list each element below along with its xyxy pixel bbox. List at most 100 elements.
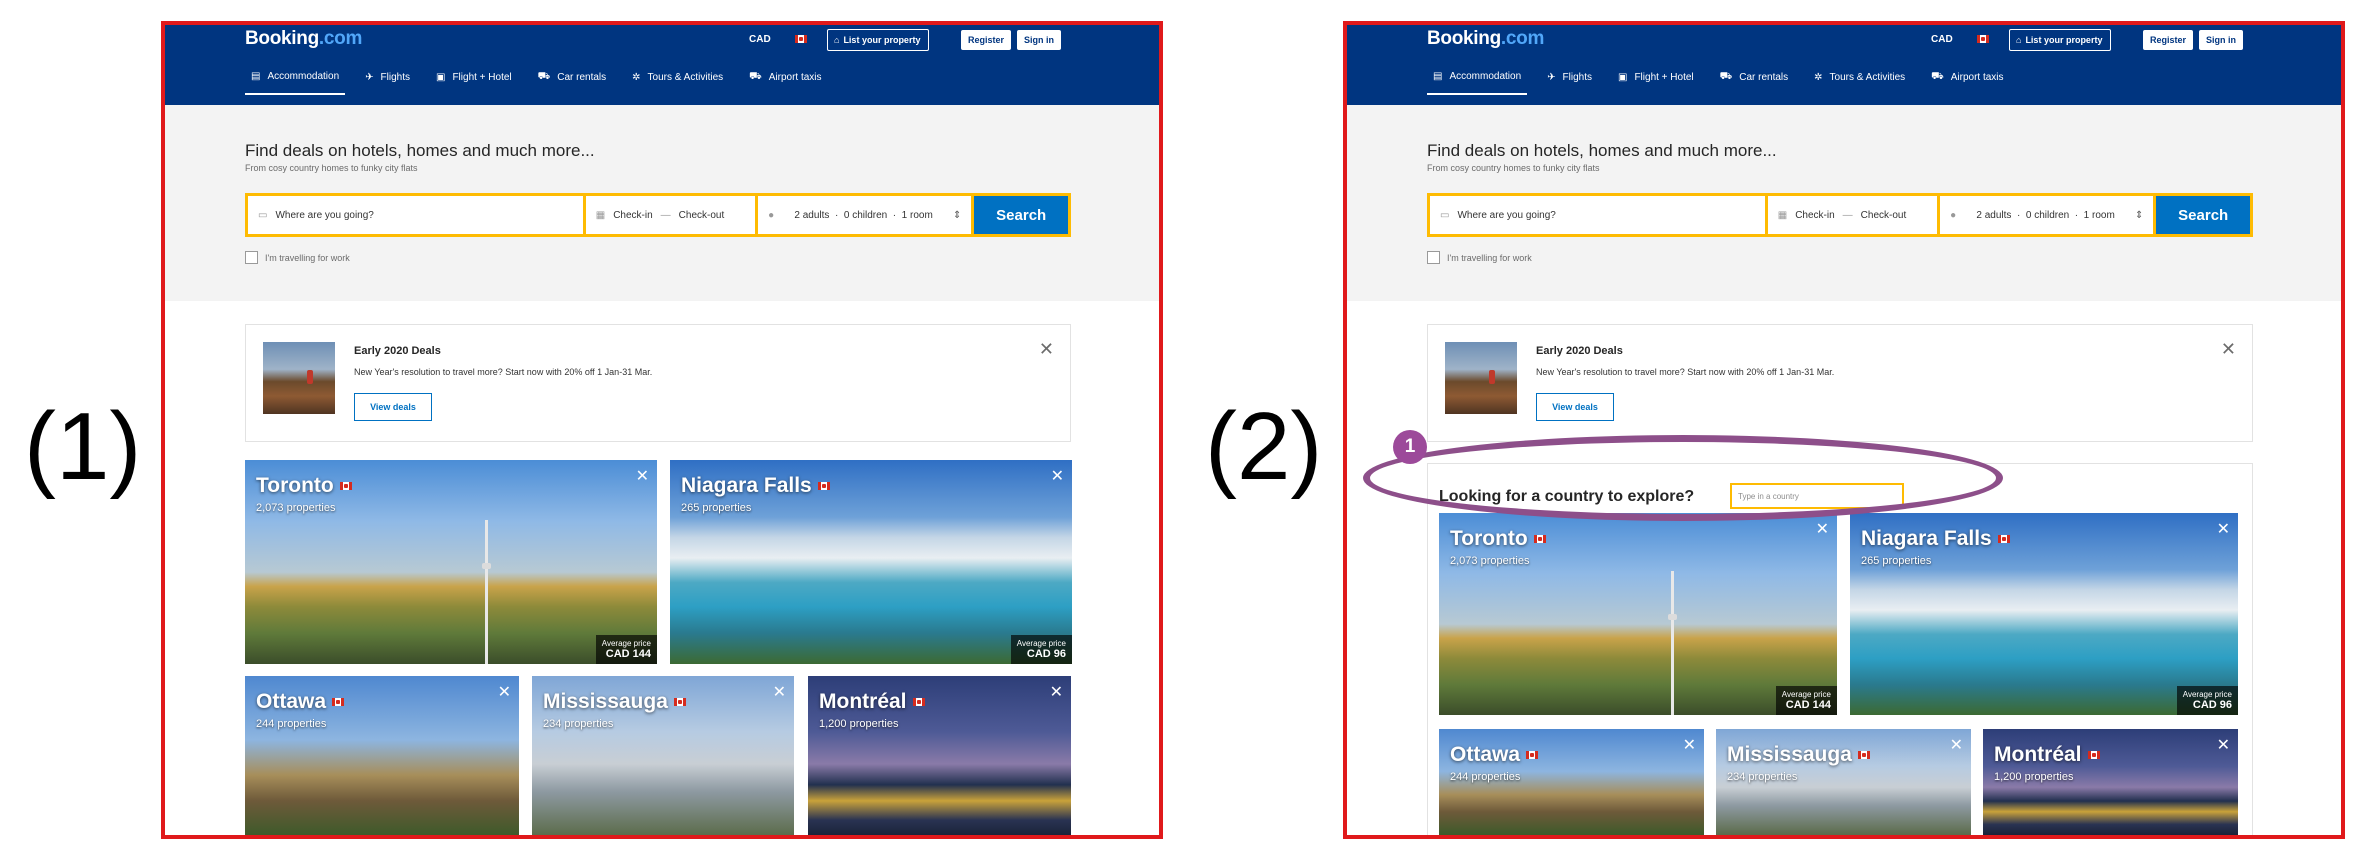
calendar-icon: ▦ (595, 209, 606, 221)
search-bar: ▭ Where are you going? ▦ Check-in — Check-ou… (245, 193, 1071, 237)
nav-accommodation[interactable]: ▤ Accommodation (1427, 59, 1528, 95)
suitcase-icon: ▣ (436, 71, 446, 83)
car-icon: ⛟ (537, 70, 551, 82)
taxi-icon: ⛟ (1931, 70, 1944, 82)
close-icon[interactable]: ✕ (773, 682, 786, 702)
canada-flag-icon (817, 482, 830, 490)
currency-selector[interactable]: CAD (1931, 34, 1953, 45)
hero-subtitle: From cosy country homes to funky city fl… (245, 163, 418, 173)
date-picker[interactable]: ▦ Check-in — Check-out (1767, 196, 1938, 234)
work-travel-checkbox[interactable]: I'm travelling for work (1427, 251, 1532, 264)
list-property-button[interactable]: ⌂ List your property (2009, 29, 2112, 51)
city-tile-montreal[interactable]: Montréal 1,200 properties ✕ (808, 676, 1071, 835)
screenshot-panel-2: Booking.com CAD ⌂ List your property Reg… (1343, 21, 2345, 839)
nav-car-rentals[interactable]: ⛟ Car rentals (532, 59, 613, 95)
search-button[interactable]: Search (2156, 196, 2251, 234)
comparison-figure: (1) (2) Booking.com CAD ⌂ List your prop… (0, 0, 2362, 857)
canada-flag-icon (673, 698, 686, 706)
plane-icon: ✈ (1547, 71, 1556, 83)
destination-input[interactable]: ▭ Where are you going? (248, 196, 583, 234)
calendar-icon: ▦ (1777, 209, 1788, 221)
hero-title: Find deals on hotels, homes and much mor… (1427, 141, 1777, 160)
taxi-icon: ⛟ (749, 70, 762, 82)
canada-flag-icon[interactable] (1977, 35, 1989, 43)
nav-airport-taxis[interactable]: ⛟ Airport taxis (1925, 59, 2009, 95)
car-icon: ⛟ (1719, 70, 1733, 82)
sign-in-button[interactable]: Sign in (1017, 30, 1061, 50)
city-tile-niagara-falls[interactable]: Niagara Falls 265 properties ✕ Average p… (1850, 513, 2238, 715)
search-button[interactable]: Search (974, 196, 1069, 234)
guests-selector[interactable]: ● 2 adults · 0 children · 1 room ⇕ (758, 196, 972, 234)
view-deals-button[interactable]: View deals (1536, 393, 1614, 421)
close-icon[interactable]: ✕ (1683, 735, 1696, 755)
date-picker[interactable]: ▦ Check-in — Check-out (585, 196, 756, 234)
canada-flag-icon (2087, 751, 2100, 759)
deal-banner: Early 2020 Deals New Year's resolution t… (1427, 324, 2253, 442)
nav-tours[interactable]: ✲ Tours & Activities (1808, 59, 1911, 95)
person-icon: ● (1950, 209, 1957, 221)
close-icon[interactable]: ✕ (1050, 682, 1063, 702)
close-icon[interactable]: ✕ (636, 466, 649, 486)
average-price: Average price CAD 144 (1775, 686, 1837, 715)
close-icon[interactable]: ✕ (2217, 519, 2230, 539)
deal-title: Early 2020 Deals (354, 345, 441, 357)
list-property-button[interactable]: ⌂ List your property (827, 29, 930, 51)
city-tile-ottawa[interactable]: Ottawa 244 properties ✕ (1439, 729, 1704, 835)
city-tile-montreal[interactable]: Montréal 1,200 properties ✕ (1983, 729, 2238, 835)
city-tile-toronto[interactable]: Toronto 2,073 properties ✕ Average price… (1439, 513, 1837, 715)
activity-icon: ✲ (632, 71, 641, 83)
view-deals-button[interactable]: View deals (354, 393, 432, 421)
average-price: Average price CAD 96 (1010, 635, 1072, 664)
close-icon[interactable]: ✕ (1051, 466, 1064, 486)
bed-icon: ▭ (258, 209, 268, 221)
canada-flag-icon[interactable] (795, 35, 807, 43)
booking-logo[interactable]: Booking.com (1427, 28, 1544, 50)
deal-text: New Year's resolution to travel more? St… (1536, 367, 1835, 377)
booking-logo[interactable]: Booking.com (245, 28, 362, 50)
deal-text: New Year's resolution to travel more? St… (354, 367, 653, 377)
register-button[interactable]: Register (2143, 30, 2194, 50)
annotation-badge: 1 (1393, 430, 1427, 464)
deal-thumbnail (1445, 342, 1517, 414)
guests-selector[interactable]: ● 2 adults · 0 children · 1 room ⇕ (1940, 196, 2154, 234)
close-icon[interactable]: ✕ (1816, 519, 1829, 539)
city-tile-mississauga[interactable]: Mississauga 234 properties ✕ (1716, 729, 1971, 835)
canada-flag-icon (1533, 535, 1546, 543)
product-nav: ▤ Accommodation ✈ Flights ▣ Flight + Hotel … (1427, 59, 2024, 99)
nav-flight-hotel[interactable]: ▣ Flight + Hotel (1612, 59, 1700, 95)
checkbox[interactable] (1427, 251, 1440, 264)
checkbox[interactable] (245, 251, 258, 264)
destination-input[interactable]: ▭ Where are you going? (1430, 196, 1765, 234)
close-icon[interactable]: ✕ (2221, 339, 2236, 360)
nav-airport-taxis[interactable]: ⛟ Airport taxis (743, 59, 827, 95)
close-icon[interactable]: ✕ (1950, 735, 1963, 755)
close-icon[interactable]: ✕ (1039, 339, 1054, 360)
nav-flight-hotel[interactable]: ▣ Flight + Hotel (430, 59, 518, 95)
currency-selector[interactable]: CAD (749, 34, 771, 45)
sign-in-button[interactable]: Sign in (2199, 30, 2243, 50)
hero-subtitle: From cosy country homes to funky city fl… (1427, 163, 1600, 173)
product-nav: ▤ Accommodation ✈ Flights ▣ Flight + Hotel … (245, 59, 842, 99)
deal-banner: Early 2020 Deals New Year's resolution t… (245, 324, 1071, 442)
panel-label-2: (2) (1205, 393, 1323, 500)
house-icon: ⌂ (834, 35, 840, 45)
suitcase-icon: ▣ (1618, 71, 1628, 83)
bed-icon: ▤ (251, 70, 261, 82)
canada-flag-icon (1857, 751, 1870, 759)
house-icon: ⌂ (2016, 35, 2022, 45)
site-header: Booking.com CAD ⌂ List your property Reg… (1347, 25, 2341, 105)
nav-car-rentals[interactable]: ⛟ Car rentals (1714, 59, 1795, 95)
city-tile-ottawa[interactable]: Ottawa 244 properties ✕ (245, 676, 519, 835)
nav-flights[interactable]: ✈ Flights (1541, 59, 1598, 95)
nav-accommodation[interactable]: ▤ Accommodation (245, 59, 346, 95)
canada-flag-icon (332, 698, 345, 706)
close-icon[interactable]: ✕ (2217, 735, 2230, 755)
work-travel-checkbox[interactable]: I'm travelling for work (245, 251, 350, 264)
nav-flights[interactable]: ✈ Flights (359, 59, 416, 95)
register-button[interactable]: Register (961, 30, 1012, 50)
city-tile-mississauga[interactable]: Mississauga 234 properties ✕ (532, 676, 794, 835)
close-icon[interactable]: ✕ (498, 682, 511, 702)
city-tile-niagara-falls[interactable]: Niagara Falls 265 properties ✕ Average p… (670, 460, 1072, 664)
nav-tours[interactable]: ✲ Tours & Activities (626, 59, 729, 95)
city-tile-toronto[interactable]: Toronto 2,073 properties ✕ Average price… (245, 460, 657, 664)
